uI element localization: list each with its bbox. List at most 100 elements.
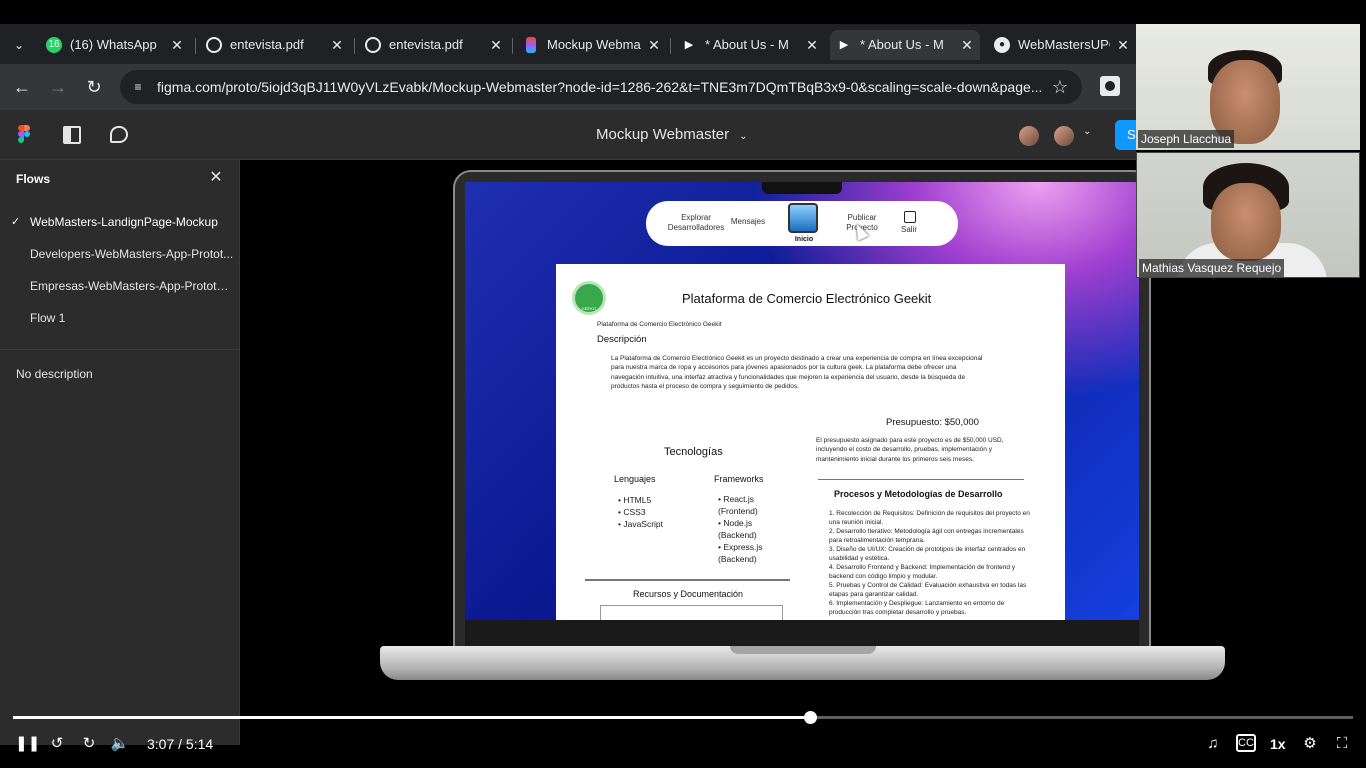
- volume-icon[interactable]: 🔈: [110, 734, 130, 754]
- nav-home[interactable]: Inicio: [786, 236, 822, 243]
- screen: ⌄ 16 (16) WhatsApp ✕ entevista.pdf ✕ ent…: [0, 0, 1366, 768]
- tab-github[interactable]: ● WebMastersUPC ✕: [988, 30, 1136, 60]
- tab-title: (16) WhatsApp: [70, 37, 157, 52]
- flow-item-empresas[interactable]: Empresas-WebMasters-App-Prototyp...: [0, 270, 240, 302]
- close-tab-icon[interactable]: ✕: [489, 30, 503, 60]
- captions-icon[interactable]: CC: [1236, 734, 1256, 752]
- tab-divider: [512, 38, 513, 54]
- flow-label: Empresas-WebMasters-App-Prototyp...: [30, 279, 240, 293]
- flow-item-developers[interactable]: Developers-WebMasters-App-Protot...: [0, 238, 240, 270]
- tab-title: WebMastersUPC: [1018, 37, 1110, 52]
- tab-search-chevron-icon[interactable]: ⌄: [8, 34, 30, 56]
- close-tab-icon[interactable]: ✕: [170, 30, 184, 60]
- rewind-10-icon[interactable]: ↺: [47, 734, 67, 754]
- globe-icon: [206, 37, 222, 53]
- video-progress-fill: [13, 716, 811, 719]
- play-icon: ▶: [684, 39, 694, 51]
- tab-divider: [354, 38, 355, 54]
- figma-icon: [526, 37, 536, 53]
- fullscreen-icon[interactable]: ⛶: [1332, 734, 1352, 754]
- chevron-down-icon[interactable]: ⌄: [1083, 126, 1091, 137]
- list-item: 2. Desarrollo Iterativo: Metodología ági…: [829, 528, 1024, 544]
- divider: [818, 479, 1024, 480]
- description-heading: Descripción: [597, 334, 647, 345]
- geekit-logo: GEEKIT: [572, 281, 606, 315]
- flow-description: No description: [16, 367, 93, 381]
- audio-track-icon[interactable]: ♫: [1203, 734, 1223, 754]
- divider: [585, 579, 790, 581]
- close-tab-icon[interactable]: ✕: [960, 30, 974, 60]
- tab-pdf-1[interactable]: entevista.pdf ✕: [200, 30, 350, 60]
- close-tab-icon[interactable]: ✕: [1116, 30, 1130, 60]
- tab-title: entevista.pdf: [389, 37, 463, 52]
- tab-about-us-1[interactable]: ▶ * About Us - M ✕: [675, 30, 825, 60]
- forward-arrow-icon[interactable]: →: [47, 76, 69, 98]
- list-item: 3. Diseño de UI/UX: Creación de prototip…: [829, 546, 1026, 562]
- time-display: 3:07 / 5:14: [147, 736, 214, 752]
- playback-speed-button[interactable]: 1x: [1270, 735, 1286, 753]
- reload-icon[interactable]: ↻: [83, 76, 105, 98]
- address-bar[interactable]: ≡ figma.com/proto/5iojd3qBJ11W0yVLzEvabk…: [120, 70, 1082, 104]
- toggle-sidebar-icon[interactable]: [63, 126, 81, 144]
- list-item: Express.js (Backend): [718, 541, 776, 565]
- comment-icon[interactable]: [110, 126, 128, 143]
- home-laptop-icon[interactable]: [788, 203, 818, 233]
- close-tab-icon[interactable]: ✕: [805, 30, 819, 60]
- tab-divider: [670, 38, 671, 54]
- list-item: CSS3: [618, 506, 663, 518]
- process-steps: 1. Recolección de Requisitos: Definición…: [829, 509, 1034, 617]
- participant-tile-2: Mathias Vasquez Requejo: [1136, 152, 1360, 278]
- forward-10-icon[interactable]: ↻: [79, 734, 99, 754]
- flow-item-landing-page[interactable]: ✓ WebMasters-LandignPage-Mockup: [0, 206, 240, 238]
- tab-title: * About Us - M: [705, 37, 789, 52]
- tab-divider: [195, 38, 196, 54]
- chevron-down-icon: ⌄: [739, 131, 748, 142]
- participant-tile-1: Joseph Llacchua: [1136, 24, 1360, 150]
- video-progress-bar[interactable]: [13, 711, 1353, 724]
- mockup-nav-bar: Explorar Desarrolladores Mensajes Inicio…: [646, 201, 958, 246]
- settings-gear-icon[interactable]: ⚙: [1300, 734, 1320, 754]
- figma-logo-icon[interactable]: [18, 125, 30, 145]
- tab-whatsapp[interactable]: 16 (16) WhatsApp ✕: [40, 30, 190, 60]
- tab-pdf-2[interactable]: entevista.pdf ✕: [359, 30, 509, 60]
- laptop-bezel-bottom: [465, 620, 1139, 646]
- nav-explore-developers[interactable]: Explorar Desarrolladores: [664, 213, 728, 233]
- tab-about-us-2-active[interactable]: ▶ * About Us - M ✕: [830, 30, 980, 60]
- list-item: React.js (Frontend): [718, 493, 776, 517]
- list-item: 6. Implementación y Despliegue: Lanzamie…: [829, 600, 1005, 616]
- site-settings-icon[interactable]: ≡: [130, 79, 146, 95]
- extension-icon[interactable]: [1100, 76, 1120, 96]
- url-text[interactable]: figma.com/proto/5iojd3qBJ11W0yVLzEvabk/M…: [157, 70, 1047, 104]
- list-item: Node.js (Backend): [718, 517, 776, 541]
- resources-box[interactable]: [600, 605, 783, 620]
- budget-body: El presupuesto asignado para este proyec…: [816, 437, 1004, 463]
- flow-item-flow-1[interactable]: Flow 1: [0, 302, 240, 334]
- close-icon[interactable]: ✕: [206, 168, 226, 188]
- logout-icon[interactable]: [904, 211, 916, 223]
- avatar[interactable]: [1052, 124, 1076, 148]
- technologies-heading: Tecnologías: [664, 446, 723, 458]
- flow-label: WebMasters-LandignPage-Mockup: [30, 215, 218, 229]
- list-item: HTML5: [618, 494, 663, 506]
- back-arrow-icon[interactable]: ←: [11, 76, 33, 98]
- participant-name: Joseph Llacchua: [1138, 130, 1235, 148]
- languages-heading: Lenguajes: [614, 474, 656, 484]
- avatar[interactable]: [1017, 124, 1041, 148]
- pause-icon[interactable]: ❚❚: [15, 734, 40, 754]
- whatsapp-icon: 16: [46, 37, 62, 53]
- laptop-notch: [762, 182, 842, 194]
- nav-exit[interactable]: Salir: [896, 225, 922, 235]
- bookmark-star-icon[interactable]: ☆: [1050, 77, 1070, 97]
- tab-strip: ⌄ 16 (16) WhatsApp ✕ entevista.pdf ✕ ent…: [0, 24, 1136, 64]
- github-icon: ●: [994, 37, 1010, 53]
- project-subtitle: Plataforma de Comercio Electrónico Geeki…: [597, 321, 722, 328]
- tab-title: Mockup Webma: [547, 37, 641, 52]
- process-heading: Procesos y Metodologías de Desarrollo: [834, 489, 1003, 499]
- file-title-menu[interactable]: Mockup Webmaster ⌄: [596, 110, 748, 160]
- close-tab-icon[interactable]: ✕: [647, 30, 661, 60]
- nav-messages[interactable]: Mensajes: [730, 217, 766, 227]
- close-tab-icon[interactable]: ✕: [330, 30, 344, 60]
- tab-title: * About Us - M: [860, 37, 944, 52]
- description-body: La Plataforma de Comercio Electrónico Ge…: [611, 355, 983, 391]
- tab-figma[interactable]: Mockup Webma ✕: [517, 30, 667, 60]
